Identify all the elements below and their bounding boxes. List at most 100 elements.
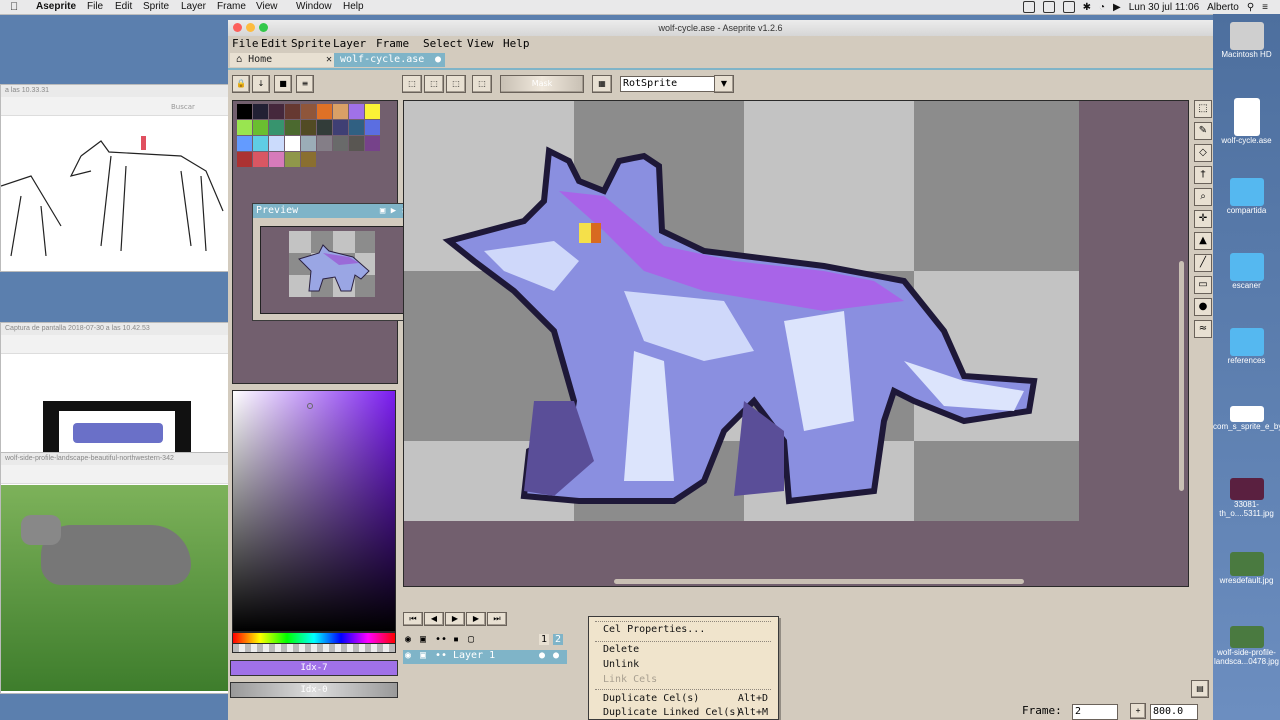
menubar-sprite[interactable]: Sprite xyxy=(143,1,169,12)
palette-swatch[interactable] xyxy=(253,120,268,135)
bg-window-sketch[interactable]: a las 10.33.31 Buscar xyxy=(0,84,230,272)
background-color-button[interactable]: Idx-0 xyxy=(230,682,398,698)
palette-swatch[interactable] xyxy=(285,120,300,135)
palette-swatch[interactable] xyxy=(253,152,268,167)
palette-swatch[interactable] xyxy=(253,104,268,119)
menu-item-duplicate-cels[interactable]: Duplicate Cel(s) xyxy=(603,692,699,706)
play-icon[interactable]: ▶ xyxy=(391,206,396,216)
tab-wolf-cycle[interactable]: wolf-cycle.ase ● xyxy=(334,53,445,67)
palette-swatch[interactable] xyxy=(349,120,364,135)
menu-sprite[interactable]: Sprite xyxy=(291,37,331,50)
palette-swatch[interactable] xyxy=(237,136,252,151)
layer-options-icon[interactable]: ▪ xyxy=(453,634,459,645)
bg-search-field[interactable]: Buscar xyxy=(171,103,195,111)
menu-item-cel-properties[interactable]: Cel Properties... xyxy=(603,623,705,637)
palette-swatch[interactable] xyxy=(349,104,364,119)
color-picker-cursor[interactable] xyxy=(307,403,313,409)
menu-item-duplicate-linked-cels[interactable]: Duplicate Linked Cel(s) xyxy=(603,707,741,719)
menubar-window[interactable]: Window xyxy=(296,1,332,12)
menubar-app-name[interactable]: Aseprite xyxy=(36,1,76,12)
bg-window-capture[interactable]: Captura de pantalla 2018-07-30 a las 10.… xyxy=(0,322,230,454)
frame-number-field[interactable]: 2 xyxy=(1072,704,1118,720)
palette-swatch[interactable] xyxy=(269,120,284,135)
contour-icon[interactable]: ● xyxy=(1194,298,1212,316)
modified-dot-icon[interactable]: ● xyxy=(435,53,441,67)
line-icon[interactable]: ╱ xyxy=(1194,254,1212,272)
chevron-down-icon[interactable]: ▼ xyxy=(714,75,734,93)
selection-replace-icon[interactable]: ⬚ xyxy=(402,75,422,93)
menu-select[interactable]: Select xyxy=(423,37,463,50)
desktop-icon-references[interactable]: references xyxy=(1213,328,1280,365)
time-machine-icon[interactable] xyxy=(1062,1,1075,13)
vertical-scrollbar[interactable] xyxy=(1179,261,1184,491)
palette-swatch[interactable] xyxy=(365,136,380,151)
preview-titlebar[interactable]: Preview ▣ ▶ ✕ xyxy=(253,204,411,218)
frame-options-icon[interactable]: ▢ xyxy=(468,634,474,645)
palette-swatch[interactable] xyxy=(237,104,252,119)
desktop-icon-jpg3[interactable]: wolf-side-profile-landsca...0478.jpg xyxy=(1213,626,1280,666)
palette-swatch[interactable] xyxy=(317,120,332,135)
menu-edit[interactable]: Edit xyxy=(261,37,288,50)
menubar-edit[interactable]: Edit xyxy=(115,1,132,12)
palette-swatch[interactable] xyxy=(269,104,284,119)
mask-button[interactable]: Mask xyxy=(500,75,584,93)
menu-item-delete[interactable]: Delete xyxy=(603,643,639,657)
menu-file[interactable]: File xyxy=(232,37,259,50)
palette-swatch[interactable] xyxy=(301,136,316,151)
grid-icon[interactable]: ▦ xyxy=(592,75,612,93)
move-icon[interactable]: ✛ xyxy=(1194,210,1212,228)
desktop-icon-jpg1[interactable]: 33081-th_o....5311.jpg xyxy=(1213,478,1280,518)
palette-swatch[interactable] xyxy=(301,152,316,167)
palette-swatch[interactable] xyxy=(269,136,284,151)
menubar-datetime[interactable]: Lun 30 jul 11:06 xyxy=(1129,2,1199,13)
menubar-view[interactable]: View xyxy=(256,1,278,12)
next-frame-icon[interactable]: ▶ xyxy=(466,612,486,626)
eyedropper-icon[interactable]: † xyxy=(1194,166,1212,184)
lock-icon[interactable]: ▣ xyxy=(420,634,426,645)
volume-icon[interactable]: ▶ xyxy=(1113,2,1121,13)
preview-window[interactable]: Preview ▣ ▶ ✕ xyxy=(252,203,412,321)
palette-swatch[interactable] xyxy=(317,136,332,151)
eraser-icon[interactable]: ◇ xyxy=(1194,144,1212,162)
new-frame-button[interactable]: + xyxy=(1130,703,1146,719)
desktop-icon-ase[interactable]: wolf-cycle.ase xyxy=(1213,98,1280,145)
bluetooth-icon[interactable]: ✱ xyxy=(1083,2,1091,13)
close-window-icon[interactable] xyxy=(233,23,242,32)
alpha-slider[interactable] xyxy=(232,643,396,653)
apple-icon[interactable]:  xyxy=(10,1,18,13)
desktop-icon-compartida[interactable]: compartida xyxy=(1213,178,1280,215)
tab-home[interactable]: ⌂ Home ✕ xyxy=(230,53,336,67)
timeline-toggle-icon[interactable]: ▤ xyxy=(1191,680,1209,698)
list-icon[interactable]: ≡ xyxy=(1262,2,1268,13)
blur-icon[interactable]: ≈ xyxy=(1194,320,1212,338)
menubar-layer[interactable]: Layer xyxy=(181,1,206,12)
palette-swatch[interactable] xyxy=(269,152,284,167)
frame-number-1[interactable]: 1 xyxy=(539,634,550,645)
layer-row[interactable]: ◉ ▣ •• Layer 1 ● ● xyxy=(403,650,567,664)
horizontal-scrollbar[interactable] xyxy=(614,579,1024,584)
palette-swatch[interactable] xyxy=(365,120,380,135)
zoom-field[interactable]: 800.0 xyxy=(1150,704,1198,720)
selection-subtract-icon[interactable]: ⬚ xyxy=(446,75,466,93)
palette-swatch[interactable] xyxy=(253,136,268,151)
menubar-user[interactable]: Alberto xyxy=(1207,2,1239,13)
menubar-frame[interactable]: Frame xyxy=(217,1,246,12)
desktop-icon-gif[interactable]: com_s_sprite_e_by_...biv23.gif xyxy=(1213,406,1280,431)
window-titlebar[interactable]: wolf-cycle.ase - Aseprite v1.2.6 xyxy=(228,20,1213,37)
stop-icon[interactable]: ■ xyxy=(274,75,292,93)
continuous-icon[interactable]: •• xyxy=(435,634,447,645)
first-frame-icon[interactable]: ⏮ xyxy=(403,612,423,626)
minimize-window-icon[interactable] xyxy=(246,23,255,32)
palette-swatch[interactable] xyxy=(301,120,316,135)
menu-icon[interactable]: ≡ xyxy=(296,75,314,93)
sprite-editor[interactable] xyxy=(403,100,1189,587)
lock-icon[interactable]: 🔒 xyxy=(232,75,250,93)
screen-icon[interactable] xyxy=(1042,1,1055,13)
menubar-file[interactable]: File xyxy=(87,1,103,12)
palette-swatch[interactable] xyxy=(301,104,316,119)
desktop-icon-hd[interactable]: Macintosh HD xyxy=(1213,22,1280,59)
menu-help[interactable]: Help xyxy=(503,37,530,50)
marquee-icon[interactable]: ⬚ xyxy=(1194,100,1212,118)
previous-frame-icon[interactable]: ◀ xyxy=(424,612,444,626)
palette-swatch[interactable] xyxy=(237,152,252,167)
